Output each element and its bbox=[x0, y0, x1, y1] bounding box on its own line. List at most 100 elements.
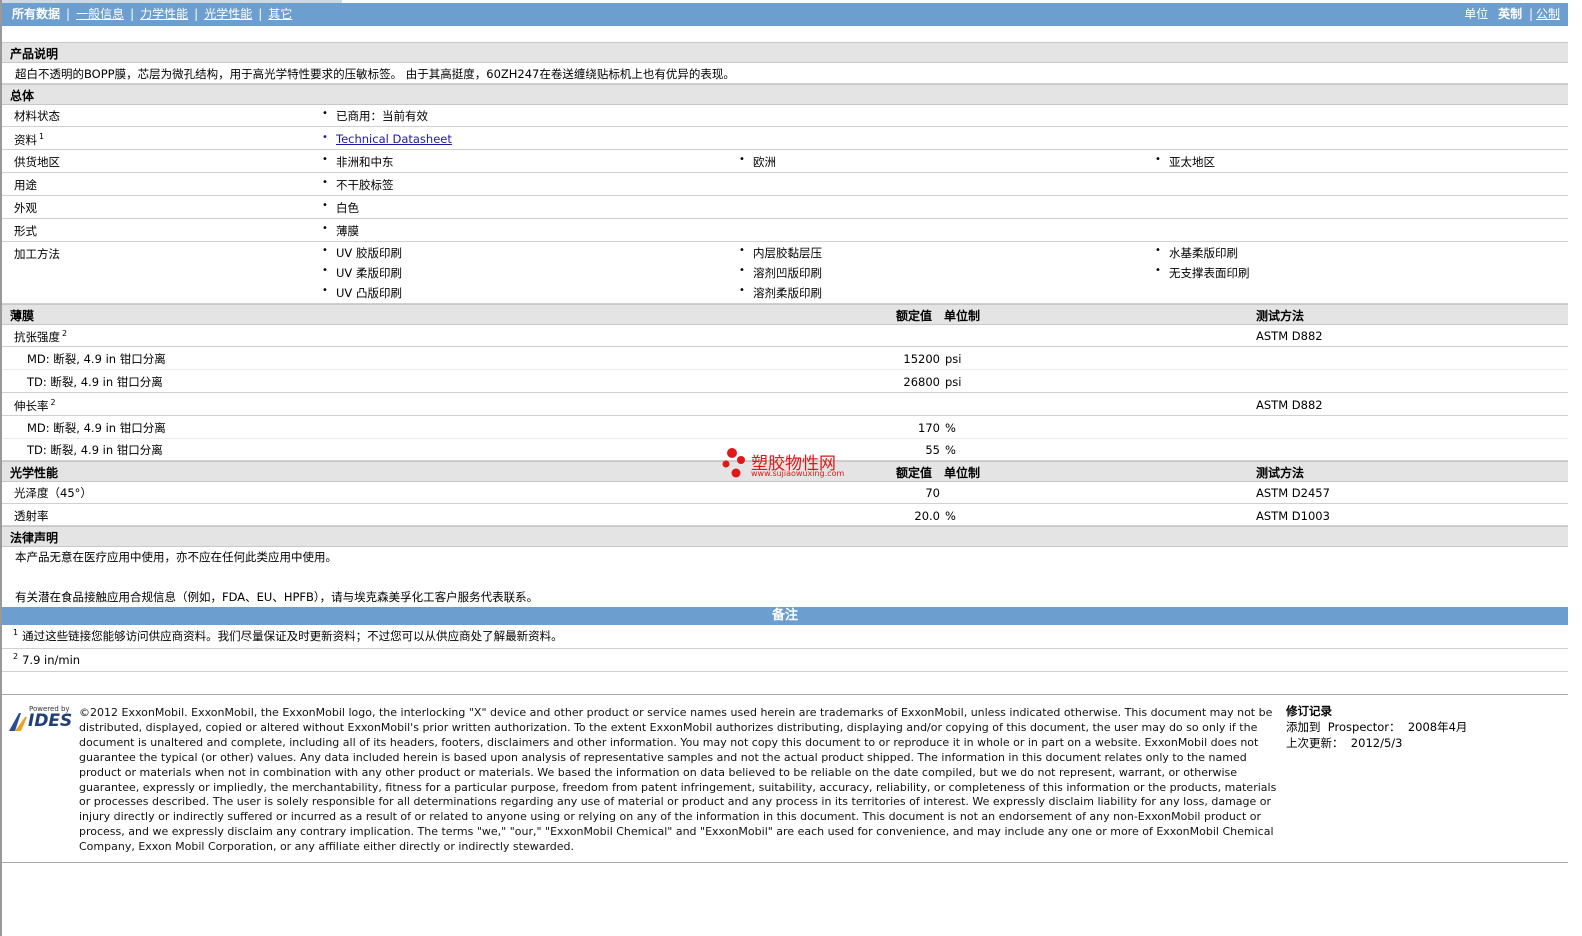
process-item: UV 胶版印刷 bbox=[322, 245, 402, 261]
watermark-dots-icon bbox=[722, 448, 745, 478]
region-label: 供货地区 bbox=[14, 155, 60, 169]
process-item: UV 柔版印刷 bbox=[322, 265, 402, 281]
use-label: 用途 bbox=[14, 178, 37, 192]
col-header-method: 测试方法 bbox=[1256, 466, 1305, 480]
tensile-method: ASTM D882 bbox=[1256, 329, 1323, 343]
section-title: 总体 bbox=[10, 89, 35, 103]
transmittance-value: 20.0 bbox=[914, 509, 940, 523]
transmittance-row: 透射率 20.0 % ASTM D1003 bbox=[2, 504, 1568, 526]
process-item: 无支撑表面印刷 bbox=[1155, 265, 1249, 281]
col-header-method: 测试方法 bbox=[1256, 309, 1305, 323]
gloss-label: 光泽度（45°） bbox=[14, 486, 92, 500]
tensile-td-unit: psi bbox=[945, 375, 962, 389]
revision-title: 修订记录 bbox=[1286, 704, 1332, 718]
elongation-md-unit: % bbox=[945, 421, 956, 435]
elongation-row: 伸长率 2 ASTM D882 bbox=[2, 393, 1568, 416]
section-title: 产品说明 bbox=[10, 47, 59, 61]
elongation-td-unit: % bbox=[945, 443, 956, 457]
form-label: 形式 bbox=[14, 224, 37, 238]
disclaimer-text: ©2012 ExxonMobil. ExxonMobil, the ExxonM… bbox=[79, 706, 1277, 854]
tensile-md-unit: psi bbox=[945, 352, 962, 366]
section-title: 法律声明 bbox=[10, 531, 59, 545]
process-item: 溶剂凹版印刷 bbox=[739, 265, 822, 281]
product-description: 超白不透明的BOPP膜，芯层为微孔结构，用于高光学特性要求的压敏标签。 由于其高… bbox=[15, 67, 735, 81]
nav-all-data[interactable]: 所有数据 bbox=[12, 7, 60, 21]
section-product: 产品说明 bbox=[2, 42, 1568, 63]
transmittance-unit: % bbox=[945, 509, 956, 523]
right-margin bbox=[1568, 0, 1582, 936]
status-label: 材料状态 bbox=[14, 109, 60, 123]
footer-bottom-divider bbox=[2, 862, 1568, 863]
elongation-md-label: MD: 断裂, 4.9 in 钳口分离 bbox=[27, 421, 166, 435]
product-description-row: 超白不透明的BOPP膜，芯层为微孔结构，用于高光学特性要求的压敏标签。 由于其高… bbox=[2, 62, 1568, 84]
docs-row: 资料1 Technical Datasheet bbox=[2, 127, 1568, 150]
process-item: 水基柔版印刷 bbox=[1155, 245, 1238, 261]
revision-updated: 上次更新： 2012/5/3 bbox=[1286, 736, 1403, 750]
appearance-value: 白色 bbox=[322, 200, 359, 216]
legal-line-2: 有关潜在食品接触应用合规信息（例如，FDA、EU、HPFB），请与埃克森美孚化工… bbox=[15, 590, 539, 604]
elongation-md-row: MD: 断裂, 4.9 in 钳口分离 170 % bbox=[2, 416, 1568, 439]
logo-text: IDES bbox=[28, 711, 73, 731]
region-item: 欧洲 bbox=[739, 154, 776, 170]
section-nav: 所有数据 | 一般信息 | 力学性能 | 光学性能 | 其它 bbox=[12, 7, 293, 21]
transmittance-label: 透射率 bbox=[14, 509, 49, 523]
elongation-td-value: 55 bbox=[925, 443, 940, 457]
nav-other[interactable]: 其它 bbox=[268, 7, 292, 21]
region-item: 亚太地区 bbox=[1155, 154, 1215, 170]
process-label: 加工方法 bbox=[14, 247, 60, 261]
watermark: 塑胶物性网 www.sujiaowuxing.com bbox=[721, 447, 861, 483]
form-row: 形式 薄膜 bbox=[2, 219, 1568, 242]
footer-divider bbox=[2, 694, 1568, 695]
units-label: 单位 bbox=[1464, 7, 1489, 21]
tensile-td-row: TD: 断裂, 4.9 in 钳口分离 26800 psi bbox=[2, 370, 1568, 393]
unit-english[interactable]: 英制 bbox=[1498, 7, 1522, 21]
watermark-url: www.sujiaowuxing.com bbox=[751, 469, 845, 478]
gloss-row: 光泽度（45°） 70 ASTM D2457 bbox=[2, 481, 1568, 504]
use-value: 不干胶标签 bbox=[322, 177, 393, 193]
technical-datasheet-link[interactable]: Technical Datasheet bbox=[322, 132, 452, 146]
process-row: 加工方法 UV 胶版印刷 UV 柔版印刷 UV 凸版印刷 内层胶黏层压 溶剂凹版… bbox=[2, 242, 1568, 304]
col-header-unit: 单位制 bbox=[944, 466, 981, 480]
appearance-label: 外观 bbox=[14, 201, 37, 215]
unit-metric[interactable]: 公制 bbox=[1536, 7, 1560, 21]
tensile-label: 抗张强度 2 bbox=[14, 329, 68, 344]
nav-mechanical[interactable]: 力学性能 bbox=[140, 7, 188, 21]
tensile-td-label: TD: 断裂, 4.9 in 钳口分离 bbox=[27, 375, 163, 389]
legal-body: 本产品无意在医疗应用中使用，亦不应在任何此类应用中使用。 有关潜在食品接触应用合… bbox=[2, 546, 1568, 606]
nav-general-info[interactable]: 一般信息 bbox=[76, 7, 124, 21]
process-item: UV 凸版印刷 bbox=[322, 285, 402, 301]
tensile-row: 抗张强度 2 ASTM D882 bbox=[2, 324, 1568, 347]
legal-line-1: 本产品无意在医疗应用中使用，亦不应在任何此类应用中使用。 bbox=[15, 550, 337, 564]
region-row: 供货地区 非洲和中东 欧洲 亚太地区 bbox=[2, 150, 1568, 173]
note-1: 1 通过这些链接您能够访问供应商资料。我们尽量保证及时更新资料；不过您可以从供应商… bbox=[13, 628, 563, 643]
section-legal: 法律声明 bbox=[2, 526, 1568, 547]
note-2-row: 2 7.9 in/min bbox=[2, 649, 1568, 672]
gloss-value: 70 bbox=[925, 486, 940, 500]
ides-logo: Powered by IDES bbox=[7, 705, 73, 733]
form-value: 薄膜 bbox=[322, 223, 359, 239]
elongation-md-value: 170 bbox=[918, 421, 940, 435]
tensile-td-value: 26800 bbox=[903, 375, 940, 389]
section-general: 总体 bbox=[2, 84, 1568, 105]
process-item: 溶剂柔版印刷 bbox=[739, 285, 822, 301]
process-item: 内层胶黏层压 bbox=[739, 245, 822, 261]
nav-optical[interactable]: 光学性能 bbox=[204, 7, 252, 21]
region-item: 非洲和中东 bbox=[322, 154, 393, 170]
elongation-label: 伸长率 2 bbox=[14, 398, 56, 413]
elongation-method: ASTM D882 bbox=[1256, 398, 1323, 412]
top-nav-bar: 所有数据 | 一般信息 | 力学性能 | 光学性能 | 其它 单位 英制 | 公制 bbox=[2, 3, 1568, 26]
elongation-td-label: TD: 断裂, 4.9 in 钳口分离 bbox=[27, 443, 163, 457]
tensile-md-value: 15200 bbox=[903, 352, 940, 366]
section-film: 薄膜 额定值 单位制 测试方法 bbox=[2, 304, 1568, 325]
appearance-row: 外观 白色 bbox=[2, 196, 1568, 219]
section-title: 光学性能 bbox=[10, 466, 59, 480]
note-2: 2 7.9 in/min bbox=[13, 652, 81, 667]
col-header-unit: 单位制 bbox=[944, 309, 981, 323]
tensile-md-label: MD: 断裂, 4.9 in 钳口分离 bbox=[27, 352, 166, 366]
transmittance-method: ASTM D1003 bbox=[1256, 509, 1330, 523]
gloss-method: ASTM D2457 bbox=[1256, 486, 1330, 500]
notes-header: 备注 bbox=[2, 607, 1568, 625]
revision-history: 修订记录 添加到 Prospector： 2008年4月 上次更新： 2012/… bbox=[1286, 703, 1467, 751]
revision-added: 添加到 Prospector： 2008年4月 bbox=[1286, 720, 1468, 734]
note-1-row: 1 通过这些链接您能够访问供应商资料。我们尽量保证及时更新资料；不过您可以从供应商… bbox=[2, 626, 1568, 649]
